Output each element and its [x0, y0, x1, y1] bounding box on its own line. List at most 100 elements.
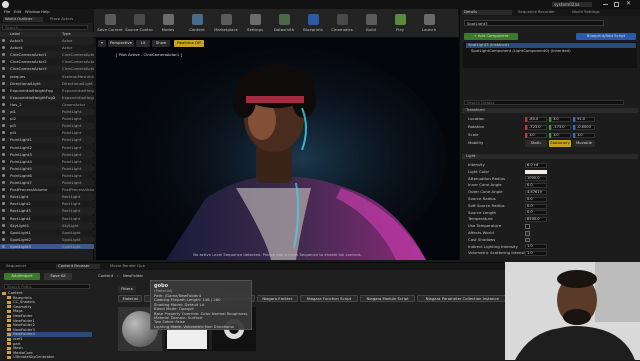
visibility-eye-icon[interactable] [2, 216, 5, 220]
breadcrumb-folder[interactable]: NewFolder [123, 274, 143, 279]
outliner-row[interactable]: PointLight3 PointLight [0, 151, 94, 158]
toolbar-button[interactable]: Cinematics [328, 13, 356, 37]
outliner-row[interactable]: PointLight6 PointLight [0, 172, 94, 179]
perspective-button[interactable]: Perspective [108, 40, 134, 47]
filter-chip[interactable]: Niagara Emitter [257, 295, 298, 302]
visibility-eye-icon[interactable] [2, 117, 5, 121]
outliner-row[interactable]: DirectionalLight DirectionalLight [0, 80, 94, 87]
visibility-eye-icon[interactable] [2, 166, 5, 170]
outliner-row[interactable]: CineCameraActor3 CineCameraActor [0, 66, 94, 72]
show-button[interactable]: Show [152, 40, 170, 47]
outliner-row[interactable]: pl3 PointLight [0, 123, 94, 129]
outliner-row[interactable]: SpotLight2 SpotLight [0, 236, 94, 243]
outliner-row[interactable]: RectLight3 RectLight [0, 208, 94, 214]
tab-world-outliner[interactable]: World Outliner [3, 17, 43, 22]
visibility-eye-icon[interactable] [2, 145, 5, 149]
outliner-row[interactable]: PointLight5 PointLight [0, 165, 94, 172]
visibility-eye-icon[interactable] [2, 74, 5, 78]
tab-world-settings[interactable]: World Settings [572, 10, 622, 15]
visibility-eye-icon[interactable] [2, 209, 5, 213]
property-value-field[interactable]: 0.0 [525, 210, 547, 216]
checkbox-checked[interactable] [525, 231, 530, 236]
outliner-row[interactable]: PointLight2 PointLight [0, 144, 94, 151]
menu-edit[interactable]: Edit [14, 10, 21, 15]
property-value-field[interactable]: 1.0 [525, 244, 547, 250]
property-value-field[interactable]: 6.0 cd [525, 162, 547, 168]
close-icon[interactable]: ✕ [626, 1, 631, 6]
visibility-eye-icon[interactable] [2, 152, 5, 156]
mobility-option-stationary[interactable]: Stationary [549, 140, 571, 147]
visibility-eye-icon[interactable] [2, 237, 5, 241]
toolbar-button[interactable]: Build [357, 13, 385, 37]
light-header[interactable]: Light [462, 154, 638, 159]
outliner-row[interactable]: CineCameraActor1 CineCameraActor [0, 52, 94, 58]
visibility-eye-icon[interactable] [2, 173, 5, 177]
toolbar-button[interactable]: Play [386, 13, 414, 37]
checkbox[interactable] [525, 224, 530, 229]
visibility-eye-icon[interactable] [2, 110, 5, 113]
minimize-icon[interactable] [603, 4, 608, 5]
outliner-row[interactable]: SpotLight1 SpotLight [0, 229, 94, 236]
component-root[interactable]: SpotLight3 (Instance) [466, 43, 636, 48]
transform-value-field[interactable]: 3.0 [551, 116, 571, 122]
mobility-option-movable[interactable]: Movable [573, 140, 595, 147]
toolbar-button[interactable]: Source Control [125, 13, 153, 37]
col-type[interactable]: Type [62, 32, 71, 37]
maximize-icon[interactable] [614, 2, 619, 7]
col-label[interactable]: Label [10, 32, 20, 37]
viewport-options-button[interactable]: ▾ [98, 40, 106, 47]
filter-chip[interactable]: Niagara Parameter Collection Instance [416, 295, 508, 302]
tab-movie-render-queue[interactable]: Movie Render Que [110, 264, 160, 269]
visibility-eye-icon[interactable] [2, 81, 5, 85]
property-value-field[interactable]: 4.47619 [525, 189, 547, 195]
checkbox-checked[interactable] [525, 237, 530, 243]
outliner-row[interactable]: PointLight1 PointLight [0, 137, 94, 143]
menu-file[interactable]: File [4, 10, 10, 15]
visibility-eye-icon[interactable] [2, 102, 5, 106]
filter-chip[interactable]: Material [118, 295, 143, 302]
mobility-option-static[interactable]: Static [525, 140, 547, 147]
toolbar-button[interactable]: Content [183, 13, 211, 37]
menu-window[interactable]: Window [25, 10, 40, 15]
visibility-eye-icon[interactable] [2, 181, 5, 184]
transform-value-field[interactable]: -80.0 [527, 116, 547, 122]
light-color-swatch[interactable] [525, 169, 547, 175]
toolbar-button[interactable]: Blueprints [299, 13, 327, 37]
outliner-row[interactable]: PointLight4 PointLight [0, 158, 94, 165]
visibility-eye-icon[interactable] [2, 188, 5, 192]
actor-name-field[interactable]: SpotLight3 [464, 20, 604, 26]
toolbar-button[interactable]: Settings [241, 13, 269, 37]
outliner-row[interactable]: pl2 PointLight [0, 116, 94, 122]
outliner-row[interactable]: pl4 PointLight [0, 130, 94, 136]
transform-value-field[interactable]: 1.0 [575, 132, 595, 138]
visibility-eye-icon[interactable] [2, 67, 5, 71]
tab-content-browser[interactable]: Content Browser [56, 264, 100, 269]
visibility-eye-icon[interactable] [2, 159, 5, 163]
transform-value-field[interactable]: -173.0 [551, 124, 571, 130]
breadcrumb-content[interactable]: Content [98, 274, 113, 279]
property-value-field[interactable]: 1.0 [525, 251, 547, 257]
folder-search-input[interactable]: Search Paths [4, 284, 90, 289]
outliner-row[interactable]: ExponentialHeightFog ExponentialHeightFog [0, 87, 94, 94]
outliner-row[interactable]: RectLight2 RectLight [0, 201, 94, 207]
property-value-field[interactable]: 1000.0 [525, 176, 547, 182]
visibility-eye-icon[interactable] [2, 88, 5, 92]
property-value-field[interactable]: 6500.0 [525, 217, 547, 223]
outliner-row[interactable]: Jaeques SkeletalMeshActor [0, 73, 94, 80]
visibility-eye-icon[interactable] [2, 95, 5, 99]
realtime-off-button[interactable]: Realtime Off [174, 40, 204, 47]
outliner-row[interactable]: RectLight RectLight [0, 194, 94, 200]
outliner-row[interactable]: CineCameraActor2 CineCameraActor [0, 59, 94, 65]
outliner-row[interactable]: ExponentialHeightFog2 ExponentialHeightFo… [0, 94, 94, 101]
property-value-field[interactable]: 0.0 [525, 196, 547, 202]
transform-value-field[interactable]: -0.0000 [575, 124, 595, 130]
visibility-eye-icon[interactable] [2, 244, 5, 248]
outliner-row[interactable]: Actor3 Actor [0, 38, 94, 44]
folder-item[interactable]: UltimateSkyGenerator [7, 355, 92, 360]
outliner-row[interactable]: SpotLight3 SpotLight [0, 243, 94, 250]
viewport[interactable]: ▾ Perspective Lit Show Realtime Off [ Pi… [96, 38, 459, 260]
tab-sequence-recorder[interactable]: Sequence Recorder [518, 10, 568, 15]
visibility-eye-icon[interactable] [2, 195, 5, 199]
visibility-eye-icon[interactable] [2, 60, 5, 64]
outliner-row[interactable]: SkyLight1 SkyLight [0, 222, 94, 229]
